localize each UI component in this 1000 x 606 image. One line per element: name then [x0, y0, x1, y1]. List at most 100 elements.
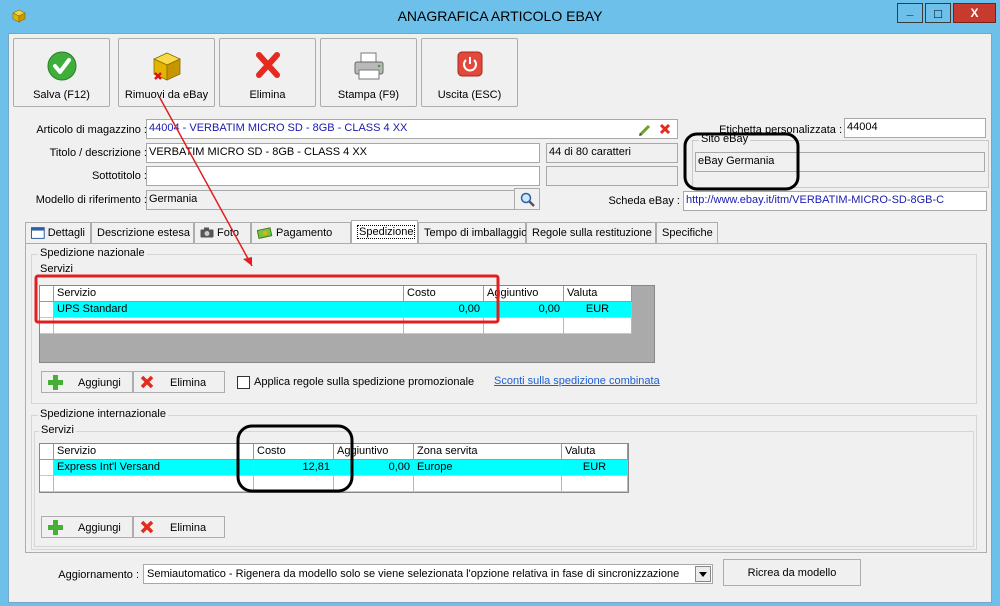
- camera-icon: [200, 227, 214, 238]
- row-indicator-empty[interactable]: [40, 318, 54, 334]
- internazionale-delete-button[interactable]: Elimina: [133, 516, 225, 538]
- delete-x-icon: [140, 520, 154, 534]
- tab-pagamento[interactable]: Pagamento: [251, 222, 351, 244]
- col-zona[interactable]: Zona servita: [414, 444, 562, 460]
- tab-spedizione-label: Spedizione: [357, 225, 416, 239]
- table-row-costo[interactable]: 0,00: [404, 302, 484, 318]
- tab-specifiche[interactable]: Specifiche: [656, 222, 718, 244]
- save-button[interactable]: Salva (F12): [13, 38, 110, 107]
- table-row-aggiuntivo[interactable]: 0,00: [334, 460, 414, 476]
- chevron-down-icon[interactable]: [695, 566, 711, 582]
- plus-icon: [48, 520, 63, 535]
- internazionale-grid[interactable]: Servizio Costo Aggiuntivo Zona servita V…: [39, 443, 629, 493]
- sottotitolo-field[interactable]: [146, 166, 540, 186]
- client-area: Salva (F12) Rimuovi da eBay Elimina Stam…: [8, 33, 992, 603]
- power-icon: [457, 51, 482, 77]
- tab-pagamento-label: Pagamento: [276, 227, 333, 239]
- row-indicator-header: [40, 444, 54, 460]
- nazionale-add-label: Aggiungi: [78, 377, 121, 389]
- close-button[interactable]: X: [953, 3, 996, 23]
- print-button[interactable]: Stampa (F9): [320, 38, 417, 107]
- tab-descrizione[interactable]: Descrizione estesa: [91, 222, 194, 244]
- col-valuta[interactable]: Valuta: [562, 444, 628, 460]
- col-servizio[interactable]: Servizio: [54, 286, 404, 302]
- tab-dettagli[interactable]: Dettagli: [25, 222, 91, 244]
- check-icon: [47, 51, 76, 81]
- nazionale-grid[interactable]: Servizio Costo Aggiuntivo Valuta UPS Sta…: [39, 285, 655, 363]
- tab-tempo-imballaggio[interactable]: Tempo di imballaggio: [418, 222, 528, 244]
- sito-ebay-group: Sito eBay eBay Germania: [692, 133, 989, 188]
- tab-regole-restituzione[interactable]: Regole sulla restituzione: [526, 222, 656, 244]
- etichetta-value: 44004: [847, 121, 878, 133]
- maximize-button[interactable]: □: [925, 3, 951, 23]
- exit-button[interactable]: Uscita (ESC): [421, 38, 518, 107]
- col-aggiuntivo[interactable]: Aggiuntivo: [334, 444, 414, 460]
- scheda-label: Scheda eBay :: [608, 195, 680, 207]
- table-row-servizio[interactable]: Express Int'l Versand: [54, 460, 254, 476]
- table-cell-empty[interactable]: [484, 318, 564, 334]
- internazionale-group: Spedizione internazionale Servizi Serviz…: [31, 408, 977, 550]
- aggiornamento-select[interactable]: Semiautomatico - Rigenera da modello sol…: [143, 564, 713, 584]
- col-servizio[interactable]: Servizio: [54, 444, 254, 460]
- delete-button[interactable]: Elimina: [219, 38, 316, 107]
- col-costo[interactable]: Costo: [404, 286, 484, 302]
- modello-field: Germania: [146, 190, 516, 210]
- table-cell-empty[interactable]: [404, 318, 484, 334]
- internazionale-title: Spedizione internazionale: [38, 408, 168, 420]
- row-indicator-header: [40, 286, 54, 302]
- money-icon: [257, 227, 273, 239]
- nazionale-add-button[interactable]: Aggiungi: [41, 371, 133, 393]
- table-row-servizio[interactable]: UPS Standard: [54, 302, 404, 318]
- table-cell-empty[interactable]: [254, 476, 334, 492]
- aggiornamento-value: Semiautomatico - Rigenera da modello sol…: [147, 568, 680, 580]
- scheda-field[interactable]: http://www.ebay.it/itm/VERBATIM-MICRO-SD…: [683, 191, 987, 211]
- remove-ebay-button[interactable]: Rimuovi da eBay: [118, 38, 215, 107]
- row-indicator[interactable]: [40, 460, 54, 476]
- table-row-zona[interactable]: Europe: [414, 460, 562, 476]
- table-row-costo[interactable]: 12,81: [254, 460, 334, 476]
- tab-descrizione-label: Descrizione estesa: [97, 227, 190, 239]
- char-count-text: 44 di 80 caratteri: [549, 146, 631, 158]
- col-valuta[interactable]: Valuta: [564, 286, 632, 302]
- clear-x-icon[interactable]: [659, 123, 671, 135]
- table-cell-empty[interactable]: [562, 476, 628, 492]
- internazionale-add-button[interactable]: Aggiungi: [41, 516, 133, 538]
- sito-ebay-field: eBay Germania: [695, 152, 985, 172]
- etichetta-field[interactable]: 44004: [844, 118, 986, 138]
- edit-pencil-icon[interactable]: [638, 123, 652, 137]
- table-cell-empty[interactable]: [414, 476, 562, 492]
- minimize-button[interactable]: _: [897, 3, 923, 23]
- table-row-aggiuntivo[interactable]: 0,00: [484, 302, 564, 318]
- table-row-valuta[interactable]: EUR: [562, 460, 628, 476]
- table-cell-empty[interactable]: [334, 476, 414, 492]
- titolo-field[interactable]: VERBATIM MICRO SD - 8GB - CLASS 4 XX: [146, 143, 540, 163]
- search-model-button[interactable]: [514, 188, 540, 210]
- row-indicator-empty[interactable]: [40, 476, 54, 492]
- remove-cube-icon: [152, 52, 181, 81]
- nazionale-delete-button[interactable]: Elimina: [133, 371, 225, 393]
- titolo-value: VERBATIM MICRO SD - 8GB - CLASS 4 XX: [149, 146, 368, 158]
- col-costo[interactable]: Costo: [254, 444, 334, 460]
- tab-spedizione[interactable]: Spedizione: [351, 220, 418, 245]
- articolo-field[interactable]: 44004 - VERBATIM MICRO SD - 8GB - CLASS …: [146, 119, 678, 139]
- modello-label: Modello di riferimento :: [35, 194, 147, 206]
- sottotitolo-label: Sottotitolo :: [91, 170, 147, 182]
- minimize-icon: _: [906, 3, 914, 17]
- ricrea-button[interactable]: Ricrea da modello: [723, 559, 861, 586]
- table-row-empty[interactable]: [54, 318, 404, 334]
- tab-tempo-label: Tempo di imballaggio: [424, 227, 528, 239]
- col-aggiuntivo[interactable]: Aggiuntivo: [484, 286, 564, 302]
- exit-label: Uscita (ESC): [437, 89, 502, 101]
- table-cell-empty[interactable]: [564, 318, 632, 334]
- tab-foto[interactable]: Foto: [194, 222, 251, 244]
- save-label: Salva (F12): [33, 89, 90, 101]
- close-icon: X: [970, 6, 979, 20]
- promo-checkbox[interactable]: [237, 376, 250, 389]
- title-bar[interactable]: ANAGRAFICA ARTICOLO EBAY _ □ X: [0, 0, 1000, 33]
- char-count: 44 di 80 caratteri: [546, 143, 678, 163]
- promo-label: Applica regole sulla spedizione promozio…: [254, 376, 475, 388]
- sconti-link[interactable]: Sconti sulla spedizione combinata: [494, 375, 660, 387]
- row-indicator[interactable]: [40, 302, 54, 318]
- table-row-empty[interactable]: [54, 476, 254, 492]
- table-row-valuta[interactable]: EUR: [564, 302, 632, 318]
